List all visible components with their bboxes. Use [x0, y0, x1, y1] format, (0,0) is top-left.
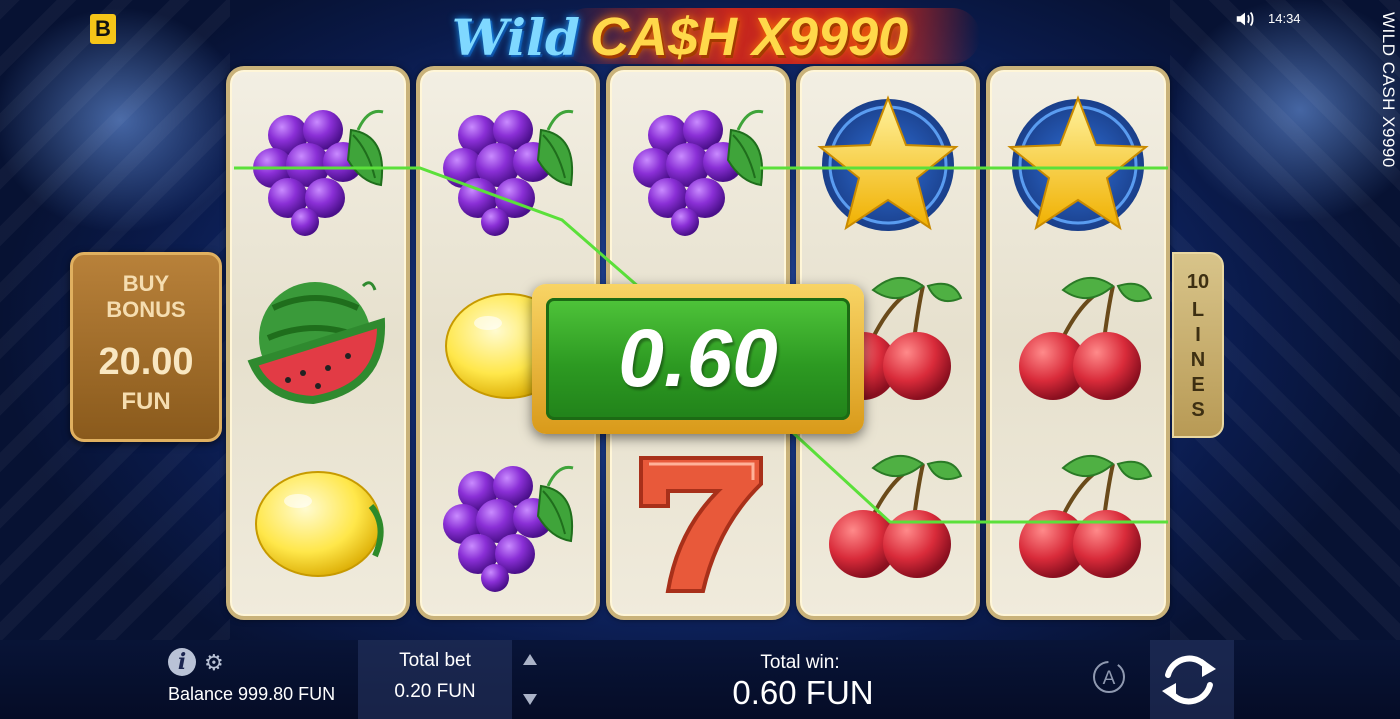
- reel-1: [226, 66, 410, 620]
- total-bet-label: Total bet: [399, 650, 471, 671]
- total-bet-value: 0.20 FUN: [394, 681, 476, 702]
- symbol-star: [990, 80, 1166, 250]
- buy-label: BUY: [122, 271, 170, 296]
- symbol-grapes: [420, 436, 596, 606]
- lines-letter: E: [1191, 374, 1205, 396]
- seven-icon: [639, 456, 763, 593]
- autoplay-icon[interactable]: A: [1089, 657, 1129, 697]
- star-icon: [818, 96, 958, 233]
- lines-count: 10: [1186, 271, 1210, 293]
- grapes-icon: [441, 108, 575, 238]
- total-win-label: Total win:: [760, 652, 840, 673]
- cherry-icon: [827, 453, 963, 580]
- lines-letter: L: [1191, 299, 1205, 321]
- balance-text: Balance 999.80 FUN: [168, 684, 336, 704]
- win-popup-inner: 0.60: [546, 298, 850, 420]
- bet-decrease-icon[interactable]: [523, 694, 537, 705]
- cherry-icon: [1017, 275, 1153, 402]
- reel-5: [986, 66, 1170, 620]
- win-amount: 0.60: [618, 313, 778, 404]
- buy-bonus-amount: 20.00: [98, 341, 194, 383]
- symbol-cherry: [800, 436, 976, 606]
- lines-letter: N: [1190, 349, 1206, 371]
- lines-indicator: 10 L I N E S: [1172, 252, 1224, 438]
- bonus-label: BONUS: [106, 297, 186, 322]
- buy-bonus-button[interactable]: BUY BONUS 20.00 FUN: [70, 252, 222, 442]
- symbol-watermelon: [230, 258, 406, 428]
- lines-word: L I N E S: [1174, 298, 1222, 423]
- symbol-lemon: [230, 436, 406, 606]
- symbol-seven: [610, 436, 786, 606]
- gear-icon[interactable]: ⚙: [204, 652, 226, 674]
- win-popup: 0.60: [532, 284, 864, 434]
- symbol-cherry: [990, 258, 1166, 428]
- brand-logo: B: [90, 14, 116, 44]
- sound-icon[interactable]: [1234, 8, 1256, 30]
- total-win-value: 0.60 FUN: [732, 674, 874, 711]
- buy-bonus-currency: FUN: [121, 388, 171, 415]
- symbol-grapes: [610, 80, 786, 250]
- grapes-icon: [631, 108, 765, 238]
- lemon-icon: [243, 446, 393, 596]
- spin-button[interactable]: [1156, 647, 1222, 713]
- bet-increase-icon[interactable]: [523, 654, 537, 665]
- symbol-grapes: [230, 80, 406, 250]
- grapes-icon: [441, 464, 575, 594]
- star-icon: [1008, 96, 1148, 233]
- title-wild: Wild: [451, 8, 581, 67]
- cherry-icon: [1017, 453, 1153, 580]
- buy-bonus-label: BUY BONUS: [73, 271, 219, 323]
- symbol-cherry: [990, 436, 1166, 606]
- clock: 14:34: [1268, 11, 1301, 26]
- info-icon[interactable]: i: [168, 648, 196, 676]
- lines-letter: I: [1195, 324, 1201, 346]
- watermelon-icon: [243, 268, 393, 418]
- title-cash: CA$H X9990: [590, 7, 909, 67]
- side-game-title: WILD CASH X9990: [1379, 12, 1398, 168]
- lines-letter: S: [1191, 399, 1205, 421]
- autoplay-label: A: [1103, 668, 1116, 689]
- grapes-icon: [251, 108, 385, 238]
- symbol-star: [800, 80, 976, 250]
- symbol-grapes: [420, 80, 596, 250]
